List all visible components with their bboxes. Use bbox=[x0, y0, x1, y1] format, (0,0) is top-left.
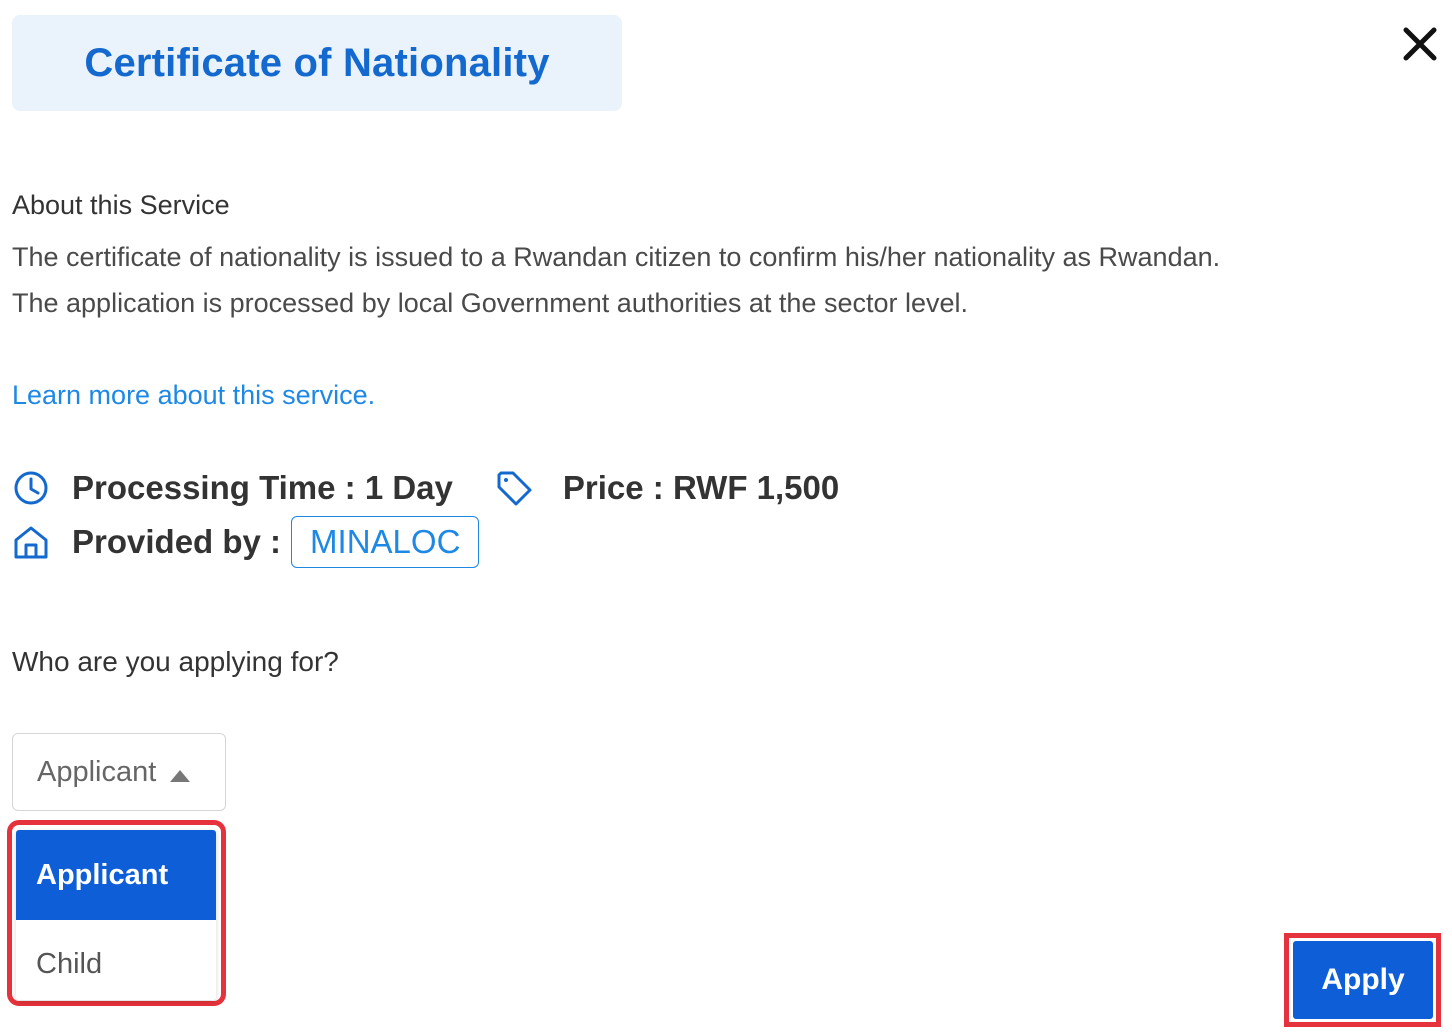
about-line-1: The certificate of nationality is issued… bbox=[12, 242, 1221, 272]
about-description: The certificate of nationality is issued… bbox=[12, 234, 1442, 326]
apply-button[interactable]: Apply bbox=[1293, 941, 1433, 1019]
service-meta-row: Processing Time : 1 Day Price : RWF 1,50… bbox=[12, 466, 839, 510]
caret-up-icon bbox=[170, 770, 191, 782]
learn-more-link[interactable]: Learn more about this service. bbox=[12, 380, 375, 411]
option-applicant[interactable]: Applicant bbox=[16, 830, 216, 920]
provider-row: Provided by : MINALOC bbox=[12, 516, 480, 568]
title-banner: Certificate of Nationality bbox=[12, 15, 622, 111]
tag-icon bbox=[495, 469, 533, 507]
clock-icon bbox=[12, 469, 50, 507]
about-line-2: The application is processed by local Go… bbox=[12, 288, 968, 318]
applicant-select[interactable]: Applicant bbox=[12, 733, 226, 811]
select-value: Applicant bbox=[37, 755, 157, 788]
price: Price : RWF 1,500 bbox=[562, 469, 840, 506]
applicant-dropdown-menu: Applicant Child bbox=[16, 830, 216, 1000]
provider-chip[interactable]: MINALOC bbox=[291, 516, 480, 568]
applicant-question: Who are you applying for? bbox=[12, 646, 339, 677]
about-heading: About this Service bbox=[12, 190, 230, 220]
home-icon bbox=[12, 523, 50, 561]
processing-time: Processing Time : 1 Day bbox=[72, 469, 453, 506]
option-child[interactable]: Child bbox=[16, 920, 216, 1000]
close-icon[interactable] bbox=[1400, 24, 1440, 64]
provided-by-label: Provided by : bbox=[72, 523, 282, 560]
service-dialog: Certificate of Nationality About this Se… bbox=[0, 0, 1452, 1033]
page-title: Certificate of Nationality bbox=[84, 40, 550, 85]
